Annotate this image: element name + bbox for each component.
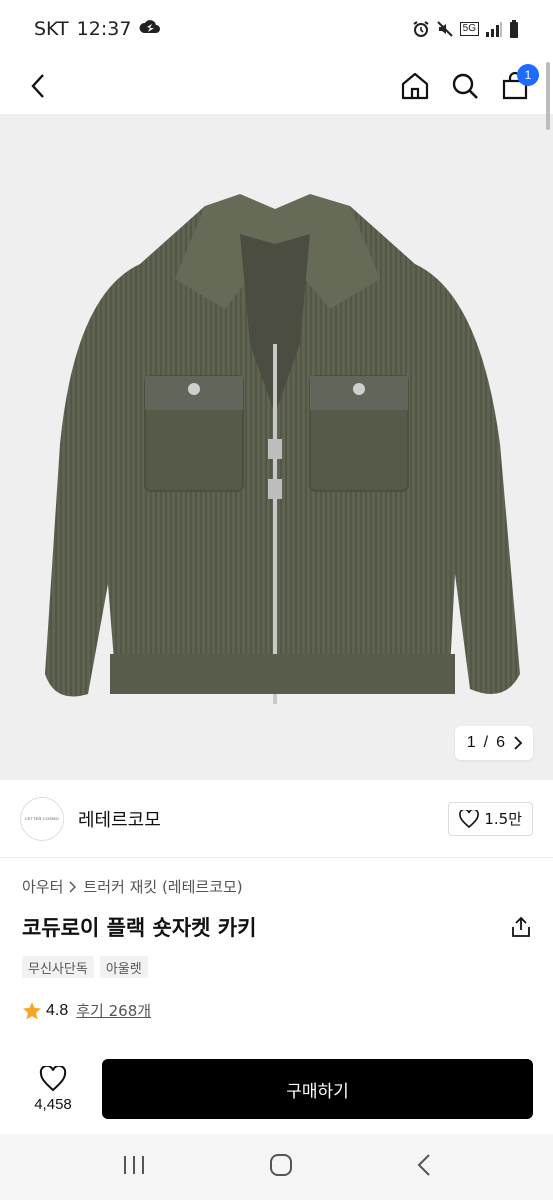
back-button[interactable] xyxy=(22,70,54,102)
star-icon xyxy=(23,1001,41,1019)
cloud-icon xyxy=(139,18,161,41)
home-circle-icon xyxy=(270,1154,293,1176)
back-system-button[interactable] xyxy=(417,1153,431,1181)
mute-icon xyxy=(436,20,454,38)
share-icon xyxy=(512,916,530,937)
brand-logo-text: LETTER COSMO xyxy=(25,816,59,821)
image-counter-total: 6 xyxy=(496,734,505,751)
cart-button[interactable]: 1 xyxy=(499,64,539,102)
chevron-right-icon xyxy=(69,881,77,892)
back-chevron-icon xyxy=(417,1154,430,1176)
wishlist-button[interactable]: 4,458 xyxy=(20,1065,86,1113)
top-nav: 1 xyxy=(0,58,553,114)
scrollbar[interactable] xyxy=(546,62,550,130)
breadcrumb: 아우터 트러커 재킷 (레테르코모) xyxy=(22,876,243,897)
product-tags: 무신사단독 아울렛 xyxy=(22,956,148,978)
brand-like-button[interactable]: 1.5만 xyxy=(448,801,533,836)
signal-icon xyxy=(485,21,503,37)
buy-button[interactable]: 구매하기 xyxy=(102,1059,533,1119)
image-counter-separator: / xyxy=(483,734,489,751)
brand-like-count: 1.5만 xyxy=(484,810,522,828)
alarm-icon xyxy=(412,20,430,38)
clock: 12:37 xyxy=(76,18,132,40)
rating-row: 4.8 후기 268개 xyxy=(22,1000,151,1021)
status-left: SKT 12:37 xyxy=(34,18,161,41)
bottom-action-bar: 4,458 구매하기 xyxy=(0,1044,553,1134)
network-badge: 5G xyxy=(459,22,479,36)
rating-score: 4.8 xyxy=(46,1001,69,1019)
brand-name[interactable]: 레테르코모 xyxy=(78,806,161,832)
search-icon xyxy=(452,73,478,99)
tag-exclusive: 무신사단독 xyxy=(22,956,94,978)
product-title: 코듀로이 플랙 숏자켓 카키 xyxy=(22,916,257,940)
home-system-button[interactable] xyxy=(269,1153,293,1181)
home-button[interactable] xyxy=(399,70,431,102)
breadcrumb-category[interactable]: 아우터 xyxy=(22,876,63,897)
chevron-right-icon xyxy=(514,736,523,750)
recent-apps-button[interactable] xyxy=(122,1154,146,1180)
chevron-left-icon xyxy=(31,74,44,98)
image-counter-current: 1 xyxy=(466,734,476,751)
cart-count-badge: 1 xyxy=(517,64,539,86)
search-button[interactable] xyxy=(449,70,481,102)
product-image-gallery[interactable]: 1 / 6 xyxy=(0,114,553,780)
system-nav-bar xyxy=(0,1134,553,1200)
image-counter[interactable]: 1 / 6 xyxy=(454,726,533,760)
nav-actions: 1 xyxy=(399,64,539,102)
status-right: 5G xyxy=(412,20,519,38)
review-link[interactable]: 후기 268개 xyxy=(76,1000,151,1021)
brand-row[interactable]: LETTER COSMO 레테르코모 1.5만 xyxy=(0,780,553,858)
home-icon xyxy=(401,72,429,100)
status-bar: SKT 12:37 5G xyxy=(0,0,553,58)
tag-outlet: 아울렛 xyxy=(99,956,148,978)
heart-icon xyxy=(39,1065,67,1091)
heart-icon xyxy=(459,809,480,828)
breadcrumb-subcategory[interactable]: 트러커 재킷 (레테르코모) xyxy=(83,876,242,897)
brand-logo[interactable]: LETTER COSMO xyxy=(20,796,64,841)
carrier-label: SKT xyxy=(34,18,69,40)
battery-icon xyxy=(509,20,519,38)
product-photo-jacket xyxy=(45,194,520,704)
wishlist-count: 4,458 xyxy=(34,1095,72,1113)
recent-apps-icon xyxy=(123,1156,144,1174)
share-button[interactable] xyxy=(511,916,531,942)
